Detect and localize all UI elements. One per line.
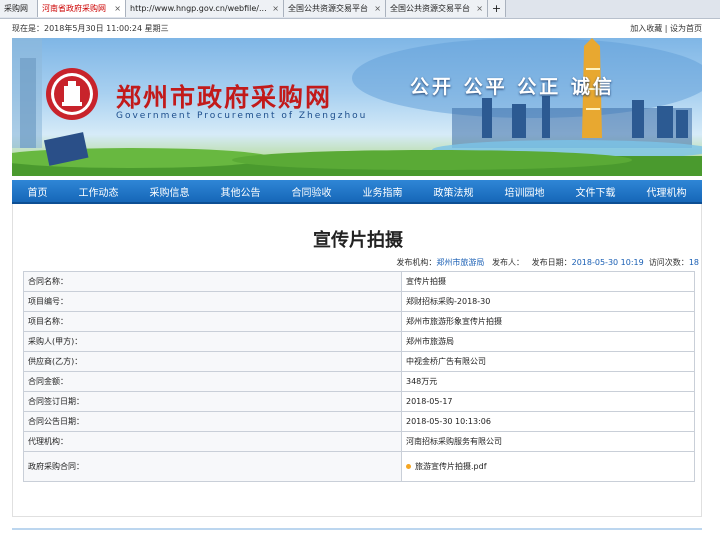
browser-tab[interactable]: 全国公共资源交易平台 × — [386, 0, 488, 17]
views-label: 访问次数： — [648, 258, 689, 267]
new-tab-button[interactable]: + — [488, 0, 506, 17]
row-label: 合同公告日期： — [23, 411, 402, 432]
nav-item-policies[interactable]: 政策法规 — [430, 184, 478, 199]
row-value: 348万元 — [401, 371, 695, 392]
row-value: 中视金桥广告有限公司 — [401, 351, 695, 372]
set-home-link[interactable]: 设为首页 — [670, 24, 702, 33]
table-row: 合同名称： 宣传片拍摄 — [23, 271, 695, 292]
row-label: 合同签订日期： — [23, 391, 402, 412]
nav-item-agencies[interactable]: 代理机构 — [643, 184, 691, 199]
tab-label: 全国公共资源交易平台 — [390, 4, 470, 13]
row-label: 供应商(乙方)： — [23, 351, 402, 372]
table-row: 供应商(乙方)： 中视金桥广告有限公司 — [23, 351, 695, 372]
current-datetime: 现在是：2018年5月30日 11:00:24 星期三 — [12, 23, 169, 33]
row-label: 项目名称： — [23, 311, 402, 332]
browser-tab[interactable]: 采购网 — [0, 0, 38, 17]
nav-item-training[interactable]: 培训园地 — [501, 184, 549, 199]
banner-slogan: 公开 公平 公正 诚信 — [410, 76, 615, 98]
row-label: 合同名称： — [23, 271, 402, 292]
browser-tab[interactable]: http://www.hngp.gov.cn/webfile/... × — [126, 0, 284, 17]
row-value: 宣传片拍摄 — [401, 271, 695, 292]
row-value: 2018-05-17 — [401, 391, 695, 412]
row-label: 采购人(甲方)： — [23, 331, 402, 352]
contract-info-table: 合同名称： 宣传片拍摄 项目编号： 郑财招标采购-2018-30 项目名称： 郑州市旅… — [23, 271, 695, 482]
date-label: 发布日期： — [531, 258, 572, 267]
site-subtitle: Government Procurement of Zhengzhou — [116, 111, 368, 121]
browser-tab[interactable]: 全国公共资源交易平台 × — [284, 0, 386, 17]
browser-tab-active[interactable]: 河南省政府采购网 × — [38, 0, 126, 17]
close-icon[interactable]: × — [110, 4, 121, 13]
site-title: 郑州市政府采购网 — [116, 83, 333, 112]
nav-item-downloads[interactable]: 文件下载 — [572, 184, 620, 199]
table-row: 合同金额： 348万元 — [23, 371, 695, 392]
row-value: 郑州市旅游局 — [401, 331, 695, 352]
row-label: 代理机构： — [23, 431, 402, 452]
nav-item-procurement-info[interactable]: 采购信息 — [146, 184, 194, 199]
publisher-link[interactable]: 郑州市旅游局 — [436, 258, 484, 267]
nav-item-home[interactable]: 首页 — [24, 184, 52, 199]
top-info-bar: 现在是：2018年5月30日 11:00:24 星期三 加入收藏 | 设为首页 — [12, 19, 702, 37]
footer-divider — [12, 528, 702, 530]
link-separator: | — [662, 23, 670, 33]
row-label: 政府采购合同： — [23, 451, 402, 482]
add-favorite-link[interactable]: 加入收藏 — [630, 24, 662, 33]
nav-item-other-notices[interactable]: 其他公告 — [217, 184, 265, 199]
close-icon[interactable]: × — [268, 4, 279, 13]
row-value: 郑财招标采购-2018-30 — [401, 291, 695, 312]
article-title: 宣传片拍摄 — [313, 230, 403, 251]
main-nav: 首页 工作动态 采购信息 其他公告 合同验收 业务指南 政策法规 培训园地 文件… — [12, 180, 702, 204]
table-row: 合同公告日期： 2018-05-30 10:13:06 — [23, 411, 695, 432]
nav-item-work-news[interactable]: 工作动态 — [75, 184, 123, 199]
author-label: 发布人： — [491, 258, 524, 267]
attachment-filename: 旅游宣传片拍摄.pdf — [415, 462, 487, 471]
publish-date: 2018-05-30 10:19 — [571, 258, 644, 267]
article-card: 宣传片拍摄 发布机构：郑州市旅游局 发布人： 发布日期：2018-05-30 1… — [12, 204, 702, 517]
row-value: 郑州市旅游形象宣传片拍摄 — [401, 311, 695, 332]
row-label: 项目编号： — [23, 291, 402, 312]
publisher-label: 发布机构： — [396, 258, 437, 267]
pdf-attachment-link[interactable]: 旅游宣传片拍摄.pdf — [406, 461, 487, 472]
row-value: 旅游宣传片拍摄.pdf — [401, 451, 695, 482]
table-row: 采购人(甲方)： 郑州市旅游局 — [23, 331, 695, 352]
view-count: 18 — [688, 258, 699, 267]
row-value: 河南招标采购服务有限公司 — [401, 431, 695, 452]
tab-label: 采购网 — [4, 4, 28, 13]
table-row: 项目编号： 郑财招标采购-2018-30 — [23, 291, 695, 312]
table-row: 项目名称： 郑州市旅游形象宣传片拍摄 — [23, 311, 695, 332]
table-row: 代理机构： 河南招标采购服务有限公司 — [23, 431, 695, 452]
table-row: 政府采购合同： 旅游宣传片拍摄.pdf — [23, 451, 695, 482]
emblem-logo — [44, 66, 100, 122]
site-banner: 郑州市政府采购网 Government Procurement of Zheng… — [12, 38, 702, 176]
browser-tab-bar: 采购网 河南省政府采购网 × http://www.hngp.gov.cn/web… — [0, 0, 720, 19]
table-row: 合同签订日期： 2018-05-17 — [23, 391, 695, 412]
tab-label: 河南省政府采购网 — [42, 4, 106, 13]
row-value: 2018-05-30 10:13:06 — [401, 411, 695, 432]
close-icon[interactable]: × — [472, 4, 483, 13]
close-icon[interactable]: × — [370, 4, 381, 13]
top-links: 加入收藏 | 设为首页 — [630, 23, 702, 34]
tab-label: 全国公共资源交易平台 — [288, 4, 368, 13]
nav-item-business-guide[interactable]: 业务指南 — [359, 184, 407, 199]
bullet-icon — [406, 464, 411, 469]
article-meta: 发布机构：郑州市旅游局 发布人： 发布日期：2018-05-30 10:19 访… — [396, 257, 699, 268]
tab-label: http://www.hngp.gov.cn/webfile/... — [130, 4, 267, 13]
row-label: 合同金额： — [23, 371, 402, 392]
nav-item-contract-acceptance[interactable]: 合同验收 — [288, 184, 336, 199]
